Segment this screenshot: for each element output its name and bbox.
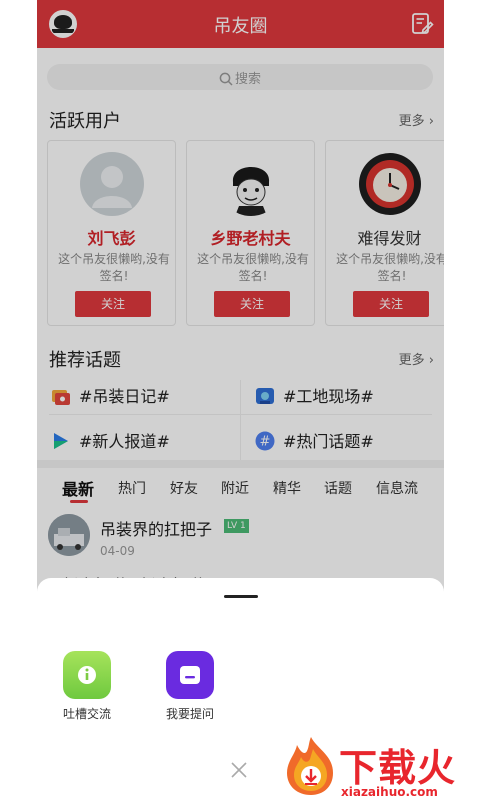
watermark-title: 下载火	[339, 746, 457, 790]
ask-action[interactable]: 我要提问	[158, 651, 222, 722]
app-screen: 吊友圈 搜索 活跃用户 更多 › 刘飞彭 这个吊友很懒哟,没有签名! 关注 乡野…	[37, 0, 444, 800]
close-icon[interactable]	[229, 760, 249, 780]
complain-button[interactable]	[63, 651, 111, 699]
info-icon	[78, 666, 96, 684]
watermark-url: xiazaihuo.com	[341, 785, 438, 799]
complain-label: 吐槽交流	[62, 707, 111, 721]
complain-action[interactable]: 吐槽交流	[55, 651, 119, 722]
ask-button[interactable]	[166, 651, 214, 699]
ask-label: 我要提问	[165, 707, 214, 721]
watermark-logo: 下载火 xiazaihuo.com	[283, 735, 480, 800]
flame-logo-icon	[287, 737, 333, 795]
message-icon	[180, 666, 200, 684]
sheet-handle[interactable]	[224, 595, 258, 598]
